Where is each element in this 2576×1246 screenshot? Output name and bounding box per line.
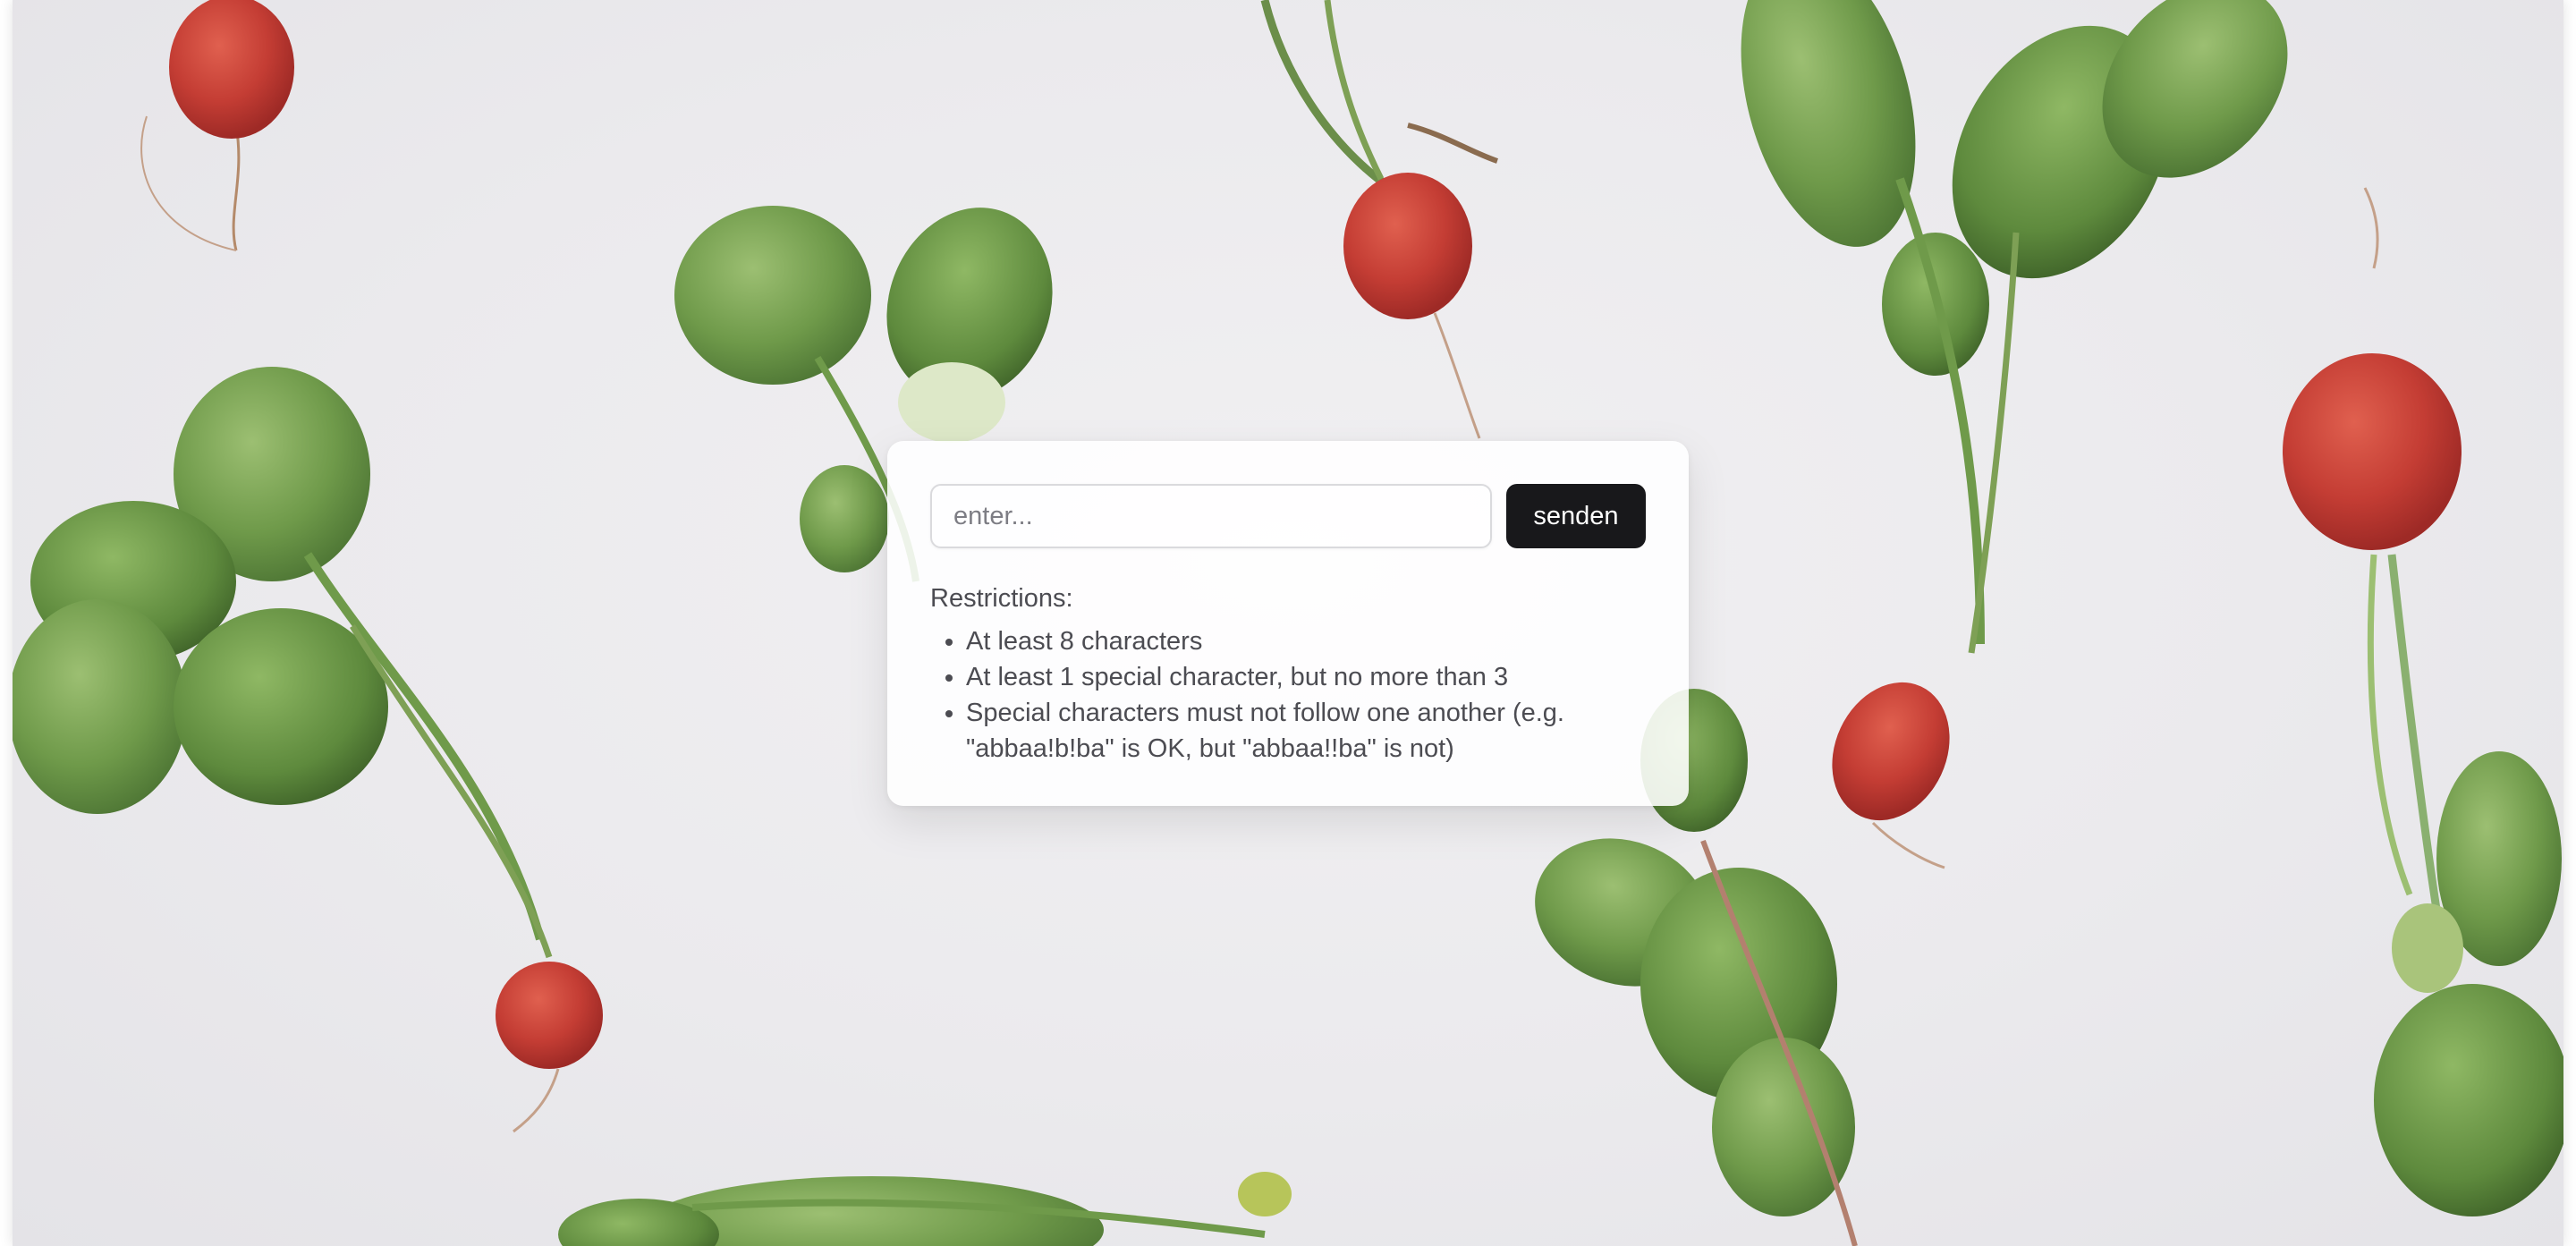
restriction-item: Special characters must not follow one a… — [966, 695, 1646, 767]
senden-button[interactable]: senden — [1506, 484, 1646, 548]
restrictions-list: At least 8 characters At least 1 special… — [930, 623, 1646, 767]
restrictions-section: Restrictions: At least 8 characters At l… — [930, 581, 1646, 767]
restriction-item: At least 1 special character, but no mor… — [966, 659, 1646, 695]
password-form-card: senden Restrictions: At least 8 characte… — [887, 441, 1689, 806]
form-row: senden — [930, 484, 1646, 548]
browser-viewport: senden Restrictions: At least 8 characte… — [0, 0, 2576, 1246]
password-input[interactable] — [930, 484, 1492, 548]
restrictions-title: Restrictions: — [930, 584, 1073, 613]
restriction-item: At least 8 characters — [966, 623, 1646, 659]
